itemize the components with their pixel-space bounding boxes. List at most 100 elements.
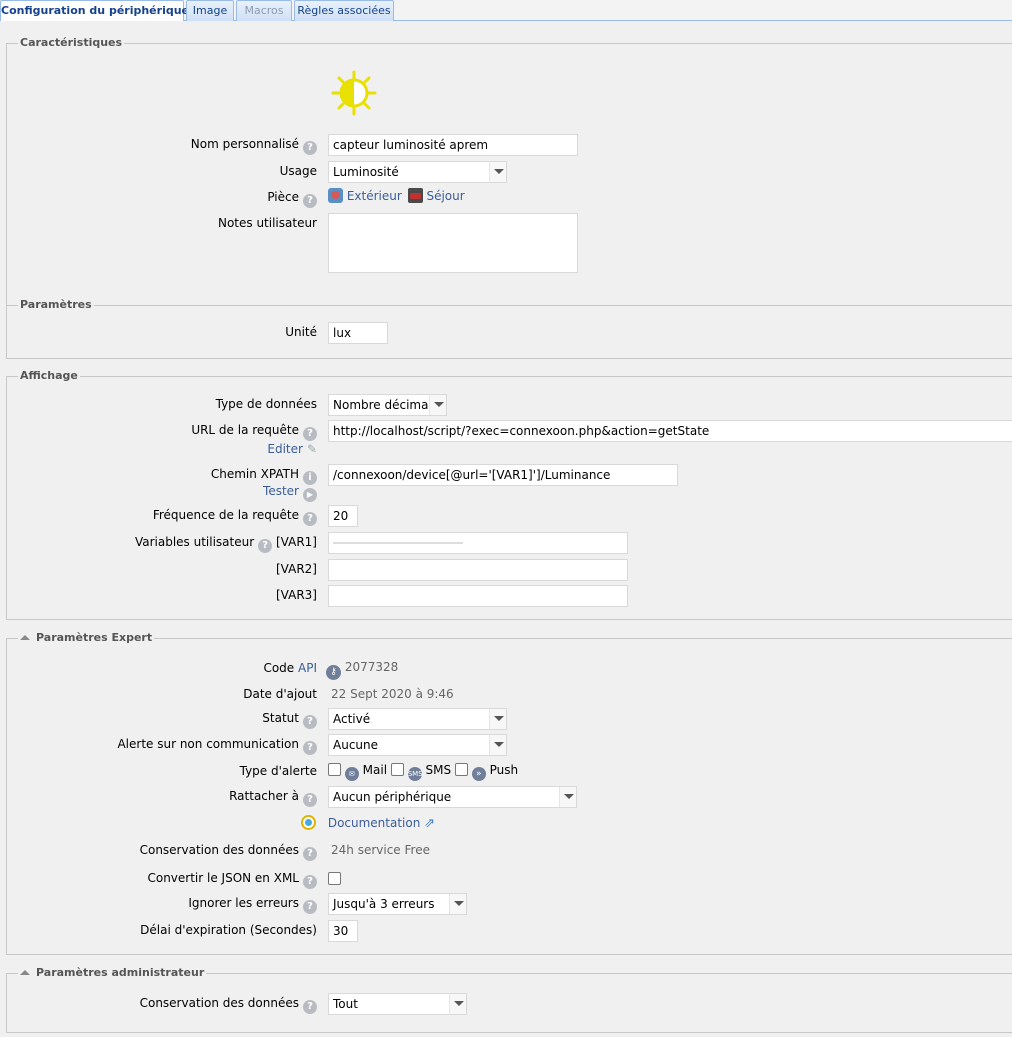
room-label: Pièce? bbox=[267, 189, 317, 208]
sun-brightness-icon bbox=[331, 70, 377, 116]
push-label: Push bbox=[489, 763, 519, 777]
admin-conservation-select[interactable]: Tout bbox=[328, 993, 467, 1015]
chevron-down-icon[interactable] bbox=[449, 994, 466, 1014]
help-icon[interactable]: ? bbox=[303, 427, 317, 441]
help-icon[interactable]: ? bbox=[303, 715, 317, 729]
status-select[interactable]: Activé bbox=[328, 708, 507, 730]
chevron-down-icon[interactable] bbox=[449, 894, 466, 914]
external-link-icon[interactable]: ⇗ bbox=[424, 816, 435, 831]
alert-type-label: Type d'alerte bbox=[239, 764, 317, 778]
usage-select[interactable]: Luminosité bbox=[328, 161, 507, 183]
room-parent-link[interactable]: Extérieur bbox=[347, 189, 402, 203]
collapse-icon bbox=[20, 635, 30, 640]
collapse-icon bbox=[20, 970, 30, 975]
tab-device-configuration[interactable]: Configuration du périphérique bbox=[0, 0, 189, 22]
help-icon[interactable]: ? bbox=[303, 512, 317, 526]
help-icon[interactable]: ? bbox=[303, 741, 317, 755]
user-vars-label: Variables utilisateur? [VAR1] bbox=[134, 535, 317, 553]
alert-select[interactable]: Aucune bbox=[328, 734, 507, 756]
usage-label: Usage bbox=[279, 164, 317, 178]
documentation-row: Documentation ⇗ bbox=[301, 815, 435, 832]
usage-value: Luminosité bbox=[333, 165, 399, 179]
admin-conservation-value: Tout bbox=[333, 997, 358, 1011]
sofa-icon bbox=[407, 188, 423, 203]
conservation-label: Conservation des données? bbox=[140, 842, 317, 861]
edit-link[interactable]: Editer ✎ bbox=[267, 441, 317, 457]
test-link[interactable]: Tester ▶ bbox=[263, 483, 317, 502]
chevron-down-icon[interactable] bbox=[429, 395, 446, 415]
mail-checkbox[interactable] bbox=[328, 763, 341, 776]
admin-section: Paramètres administrateur Conservation d… bbox=[6, 966, 1012, 1033]
frequency-input[interactable]: 20 bbox=[328, 505, 358, 527]
chevron-down-icon[interactable] bbox=[559, 787, 576, 807]
help-icon[interactable]: ? bbox=[303, 793, 317, 807]
json-xml-checkbox[interactable] bbox=[328, 872, 341, 885]
display-section: Affichage Type de données Nombre décimal… bbox=[6, 369, 1012, 620]
var1-input[interactable] bbox=[328, 532, 628, 554]
help-icon[interactable]: ? bbox=[303, 194, 317, 208]
mail-label: Mail bbox=[362, 763, 388, 777]
status-label: Statut? bbox=[262, 710, 317, 729]
unit-input[interactable]: lux bbox=[328, 322, 388, 344]
push-icon: » bbox=[471, 767, 486, 781]
tab-image[interactable]: Image bbox=[186, 0, 234, 21]
var3-input[interactable] bbox=[328, 585, 628, 607]
datatype-value: Nombre décimal bbox=[333, 398, 432, 412]
documentation-link[interactable]: Documentation bbox=[328, 816, 421, 830]
help-icon[interactable]: ? bbox=[303, 875, 317, 889]
lens-icon bbox=[301, 815, 316, 830]
room-path: Extérieur Séjour bbox=[328, 188, 465, 204]
attach-select[interactable]: Aucun périphérique bbox=[328, 786, 577, 808]
code-value: 2077328 bbox=[344, 660, 399, 674]
key-icon: ⚷ bbox=[326, 665, 341, 680]
admin-legend[interactable]: Paramètres administrateur bbox=[18, 966, 207, 980]
attach-value: Aucun périphérique bbox=[333, 790, 452, 804]
push-checkbox[interactable] bbox=[454, 763, 468, 776]
var2-input[interactable] bbox=[328, 559, 628, 581]
ignore-errors-select[interactable]: Jusqu'à 3 erreurs bbox=[328, 893, 467, 915]
code-label: Code API bbox=[263, 661, 317, 675]
device-config-page: Configuration du périphérique Image Macr… bbox=[0, 0, 1012, 1037]
form-panel: Caractéristiques Nom personnalisé? capte… bbox=[0, 21, 1012, 1037]
help-icon[interactable]: ? bbox=[303, 900, 317, 914]
pencil-icon: ✎ bbox=[306, 442, 317, 456]
conservation-value: 24h service Free bbox=[331, 843, 430, 857]
datatype-select[interactable]: Nombre décimal bbox=[328, 394, 447, 416]
chevron-down-icon[interactable] bbox=[489, 709, 506, 729]
xpath-input[interactable]: /connexoon/device[@url='[VAR1]']/Luminan… bbox=[328, 464, 678, 486]
datatype-label: Type de données bbox=[215, 397, 317, 411]
var2-label: [VAR2] bbox=[276, 562, 317, 576]
characteristics-legend: Caractéristiques bbox=[18, 36, 125, 50]
tab-macros[interactable]: Macros bbox=[236, 0, 292, 21]
chevron-down-icon[interactable] bbox=[489, 162, 506, 182]
expert-legend[interactable]: Paramètres Expert bbox=[18, 631, 155, 645]
parameters-legend: Paramètres bbox=[18, 298, 94, 312]
date-value: 22 Sept 2020 à 9:46 bbox=[331, 687, 454, 701]
characteristics-section: Caractéristiques Nom personnalisé? capte… bbox=[6, 36, 1012, 309]
name-input[interactable]: capteur luminosité aprem bbox=[328, 134, 578, 156]
help-icon[interactable]: ? bbox=[303, 1000, 317, 1014]
mail-icon: ✉ bbox=[344, 767, 359, 781]
chevron-down-icon[interactable] bbox=[489, 735, 506, 755]
unit-label: Unité bbox=[285, 325, 317, 339]
notes-label: Notes utilisateur bbox=[217, 216, 317, 230]
timeout-input[interactable]: 30 bbox=[328, 920, 358, 942]
sms-checkbox[interactable] bbox=[390, 763, 404, 776]
expert-section: Paramètres Expert Code API ⚷ 2077328 Dat… bbox=[6, 631, 1012, 955]
notes-textarea[interactable] bbox=[328, 213, 578, 273]
api-link[interactable]: API bbox=[298, 661, 317, 675]
url-input[interactable]: http://localhost/script/?exec=connexoon.… bbox=[328, 420, 1012, 442]
sms-icon: SMS bbox=[407, 767, 423, 781]
room-child-link[interactable]: Séjour bbox=[426, 189, 464, 203]
admin-conservation-label: Conservation des données? bbox=[140, 995, 317, 1014]
help-icon[interactable]: ? bbox=[258, 539, 273, 553]
sms-label: SMS bbox=[425, 763, 452, 777]
tab-associated-rules[interactable]: Règles associées bbox=[294, 0, 394, 21]
url-label: URL de la requête? bbox=[191, 422, 317, 441]
timeout-label: Délai d'expiration (Secondes) bbox=[140, 923, 317, 937]
json-label: Convertir le JSON en XML? bbox=[147, 870, 317, 889]
help-icon[interactable]: ? bbox=[303, 141, 317, 155]
attach-label: Rattacher à? bbox=[229, 788, 317, 807]
alert-type-options: ✉ Mail SMS SMS » Push bbox=[328, 762, 518, 781]
help-icon[interactable]: ? bbox=[303, 847, 317, 861]
